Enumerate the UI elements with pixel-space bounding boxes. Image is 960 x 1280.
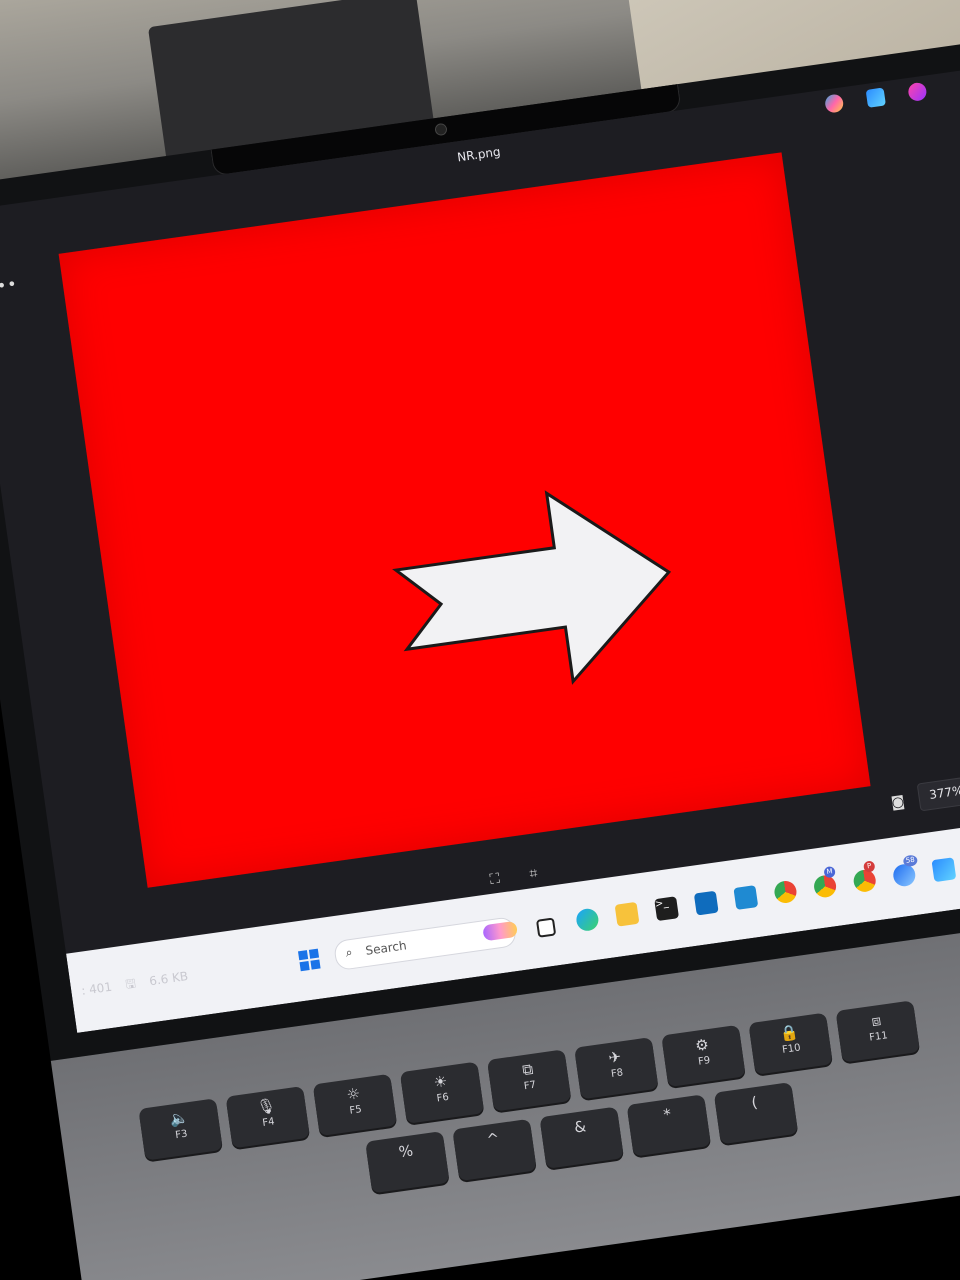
key-asterisk[interactable]: * bbox=[626, 1094, 712, 1157]
key-symbol: ( bbox=[750, 1093, 759, 1112]
key-f9[interactable]: ⚙ F9 bbox=[661, 1024, 746, 1088]
vscode-icon[interactable] bbox=[733, 885, 759, 910]
screen: NR.png ••• ◙ 377% ⌄ ⛶ ⌗ ⌕ bbox=[0, 66, 960, 1033]
key-f4[interactable]: 🎙 F4 bbox=[225, 1086, 311, 1149]
photos-taskbar-icon[interactable] bbox=[931, 857, 957, 883]
right-arrow-icon bbox=[392, 490, 672, 685]
chrome-profile-m-icon[interactable] bbox=[812, 873, 838, 899]
key-f3[interactable]: 🔈 F3 bbox=[138, 1098, 223, 1161]
key-f5[interactable]: ☼ F5 bbox=[312, 1073, 398, 1137]
key-caret[interactable]: ^ bbox=[452, 1118, 537, 1182]
key-symbol: % bbox=[397, 1141, 415, 1162]
photos-app-icon[interactable] bbox=[865, 87, 886, 108]
key-f7[interactable]: ⧉ F7 bbox=[486, 1049, 572, 1112]
terminal-icon[interactable]: >_ bbox=[654, 896, 680, 922]
chrome-profile-p-icon[interactable] bbox=[852, 868, 878, 894]
more-options-button[interactable]: ••• bbox=[0, 274, 19, 297]
key-symbol: * bbox=[662, 1105, 673, 1125]
camera-icon[interactable]: ◙ bbox=[890, 793, 910, 812]
file-explorer-icon[interactable] bbox=[614, 901, 640, 927]
key-paren[interactable]: ( bbox=[713, 1082, 799, 1145]
profile-badge-m: M bbox=[823, 865, 836, 879]
notification-count-badge: 58 bbox=[902, 854, 919, 868]
image-canvas[interactable] bbox=[58, 152, 871, 888]
search-placeholder: Search bbox=[364, 938, 408, 958]
key-symbol: ^ bbox=[485, 1129, 501, 1149]
mail-icon[interactable] bbox=[891, 862, 917, 888]
fit-to-window-icon[interactable]: ⛶ bbox=[489, 871, 501, 888]
outlook-icon[interactable] bbox=[693, 890, 719, 916]
chrome-icon[interactable] bbox=[773, 879, 798, 905]
windows-start-icon[interactable] bbox=[297, 948, 321, 972]
edge-icon[interactable] bbox=[574, 907, 600, 933]
search-icon: ⌕ bbox=[344, 944, 354, 960]
image-dimensions: : 401 bbox=[80, 979, 113, 998]
profile-badge-p: P bbox=[863, 860, 876, 873]
crop-icon[interactable]: ⌗ bbox=[528, 865, 538, 882]
key-f11[interactable]: ⧈ F11 bbox=[835, 1000, 921, 1063]
arrow-image bbox=[392, 490, 672, 685]
key-f10[interactable]: 🔒 F10 bbox=[748, 1012, 833, 1075]
key-f8[interactable]: ✈ F8 bbox=[574, 1037, 659, 1100]
file-size: 6.6 KB bbox=[148, 969, 189, 989]
disk-icon: 🖫 bbox=[124, 976, 137, 992]
zoom-value: 377% bbox=[928, 783, 960, 802]
key-percent[interactable]: % bbox=[365, 1131, 450, 1194]
task-view-icon[interactable] bbox=[535, 917, 557, 938]
key-ampersand[interactable]: & bbox=[539, 1106, 624, 1169]
key-f6[interactable]: ☀ F6 bbox=[399, 1061, 485, 1124]
photo-scene: NR.png ••• ◙ 377% ⌄ ⛶ ⌗ ⌕ bbox=[0, 0, 960, 1280]
key-symbol: & bbox=[573, 1117, 588, 1137]
zoom-selector[interactable]: 377% ⌄ bbox=[916, 771, 960, 812]
laptop-photo: NR.png ••• ◙ 377% ⌄ ⛶ ⌗ ⌕ bbox=[0, 0, 960, 1280]
